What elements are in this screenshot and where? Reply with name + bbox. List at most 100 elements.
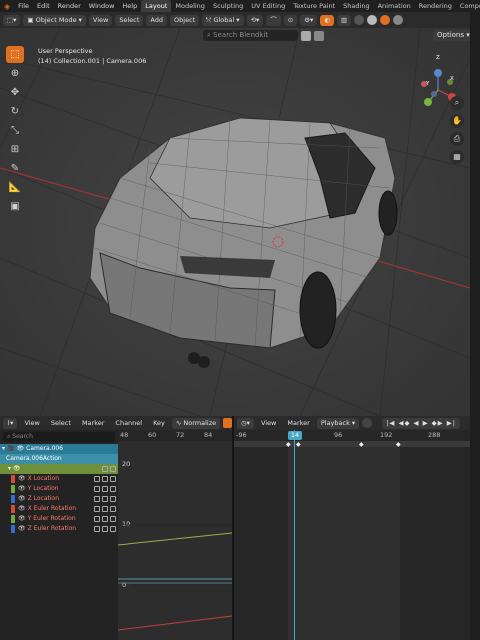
- editor-type-button[interactable]: ⬚▾: [3, 14, 21, 26]
- cursor-tool[interactable]: ⊕: [6, 65, 24, 82]
- scale-tool[interactable]: ⤡: [6, 122, 24, 139]
- zoom-icon[interactable]: ⌕: [450, 96, 464, 110]
- channel-toggles[interactable]: [94, 526, 118, 532]
- current-frame-badge[interactable]: 14: [288, 431, 302, 440]
- options-dropdown[interactable]: Options ▾: [433, 30, 470, 41]
- blendkit-search-input[interactable]: ⌕ Search Blendkit: [203, 30, 298, 41]
- channel-visibility-eye-icon[interactable]: 👁: [18, 504, 28, 514]
- rendered-shading-icon[interactable]: [393, 15, 404, 25]
- proportional-edit-toggle[interactable]: ⊙: [283, 14, 298, 26]
- fcurve-y-location[interactable]: [118, 532, 232, 546]
- mute-checkbox[interactable]: [102, 486, 108, 492]
- channel-visibility-eye-icon[interactable]: 👁: [18, 524, 28, 534]
- modifier-wrench-icon[interactable]: [94, 516, 100, 522]
- mute-checkbox[interactable]: [102, 496, 108, 502]
- tab-sculpting[interactable]: Sculpting: [209, 0, 247, 12]
- gizmo-z-icon[interactable]: [434, 69, 442, 77]
- annotate-tool[interactable]: ✎: [6, 160, 24, 177]
- graph-menu-view[interactable]: View: [20, 418, 43, 429]
- lock-icon[interactable]: [110, 476, 116, 482]
- keyframe-4[interactable]: ◆: [396, 441, 401, 448]
- tab-shading[interactable]: Shading: [339, 0, 373, 12]
- playhead-line[interactable]: [294, 430, 295, 640]
- channel-row[interactable]: 👁 Z Euler Rotation: [0, 524, 118, 534]
- fcurve-x-location[interactable]: [118, 615, 232, 631]
- move-tool[interactable]: ✥: [6, 84, 24, 101]
- modifier-wrench-icon[interactable]: [94, 496, 100, 502]
- graph-menu-channel[interactable]: Channel: [111, 418, 146, 429]
- snap-toggle[interactable]: ⌒: [266, 14, 281, 26]
- object-mode-dropdown[interactable]: ▣ Object Mode ▾: [23, 14, 86, 26]
- channel-row[interactable]: 👁 Y Euler Rotation: [0, 514, 118, 524]
- menu-edit[interactable]: Edit: [33, 0, 54, 12]
- graph-filter-icon[interactable]: [223, 418, 232, 428]
- channel-visibility-eye-icon[interactable]: 👁: [18, 514, 28, 524]
- channel-toggles[interactable]: [94, 496, 118, 502]
- modifier-wrench-icon[interactable]: [94, 476, 100, 482]
- gizmo-neg-z-icon[interactable]: [431, 91, 437, 97]
- transform-tool[interactable]: ⊞: [6, 141, 24, 158]
- solid-shading-icon[interactable]: [367, 15, 378, 25]
- mute-checkbox[interactable]: [102, 506, 108, 512]
- mute-checkbox[interactable]: [102, 516, 108, 522]
- channel-visibility-eye-icon[interactable]: 👁: [18, 484, 28, 494]
- channel-toggles[interactable]: [94, 486, 118, 492]
- menu-render[interactable]: Render: [54, 0, 85, 12]
- keyframe-2[interactable]: ◆: [296, 441, 301, 448]
- lock-icon[interactable]: [110, 526, 116, 532]
- graph-editor-area[interactable]: 48 60 72 84 20 10 0: [118, 430, 232, 640]
- tab-uv-editing[interactable]: UV Editing: [247, 0, 289, 12]
- timeline-frame-ruler[interactable]: -96 96 192 288: [234, 430, 470, 441]
- channel-toggles[interactable]: [94, 476, 118, 482]
- menu-window[interactable]: Window: [85, 0, 119, 12]
- channel-row[interactable]: 👁 Y Location: [0, 484, 118, 494]
- tab-texture-paint[interactable]: Texture Paint: [289, 0, 339, 12]
- properties-edge[interactable]: [470, 12, 480, 640]
- pivot-point-button[interactable]: ⟲▾: [246, 14, 264, 26]
- channel-visibility-eye-icon[interactable]: 👁: [18, 474, 28, 484]
- timeline-menu-marker[interactable]: Marker: [283, 418, 313, 429]
- lock-icon[interactable]: [110, 496, 116, 502]
- blender-logo-icon[interactable]: ◈: [0, 2, 14, 11]
- group-expand-icon[interactable]: ▾ 👁: [0, 464, 21, 474]
- tab-rendering[interactable]: Rendering: [415, 0, 456, 12]
- tab-modeling[interactable]: Modeling: [171, 0, 209, 12]
- measure-tool[interactable]: 📐: [6, 179, 24, 196]
- overlay-toggle[interactable]: ◐: [320, 14, 334, 26]
- pan-hand-icon[interactable]: ✋: [450, 114, 464, 128]
- graph-menu-marker[interactable]: Marker: [78, 418, 108, 429]
- timeline-menu-view[interactable]: View: [257, 418, 280, 429]
- channel-toggles[interactable]: [94, 516, 118, 522]
- viewport-menu-add[interactable]: Add: [146, 14, 168, 26]
- gizmo-toggle[interactable]: ⚙▾: [300, 14, 318, 26]
- channel-visibility-eye-icon[interactable]: 👁: [18, 494, 28, 504]
- playback-dropdown[interactable]: Playback ▾: [316, 417, 360, 429]
- gizmo-y-icon[interactable]: [424, 98, 432, 106]
- rotate-tool[interactable]: ↻: [6, 103, 24, 120]
- camera-view-icon[interactable]: ⎙: [450, 132, 464, 146]
- transform-orientation-dropdown[interactable]: ⤲ Global ▾: [202, 14, 244, 26]
- expand-arrow-icon[interactable]: ▾: [0, 444, 7, 454]
- timeline-area[interactable]: -96 96 192 288 14 ◆ ◆ ◆ ◆: [234, 430, 470, 640]
- lock-icon[interactable]: [110, 516, 116, 522]
- viewport-menu-view[interactable]: View: [88, 14, 113, 26]
- modifier-wrench-icon[interactable]: [94, 526, 100, 532]
- graph-menu-select[interactable]: Select: [47, 418, 75, 429]
- channel-action-row[interactable]: Camera.006Action: [0, 454, 118, 464]
- viewport-menu-object[interactable]: Object: [170, 14, 200, 26]
- xray-toggle[interactable]: ▥: [337, 14, 352, 26]
- tab-compositing[interactable]: Compos: [456, 0, 480, 12]
- channel-row[interactable]: 👁 X Location: [0, 474, 118, 484]
- perspective-grid-icon[interactable]: ▦: [450, 150, 464, 164]
- filter-icon[interactable]: [314, 30, 324, 41]
- normalize-toggle[interactable]: ∿ Normalize: [171, 417, 221, 429]
- playback-controls[interactable]: |◀ ◀◆ ◀ ▶ ◆▶ ▶|: [382, 417, 460, 429]
- keyframe-3[interactable]: ◆: [359, 441, 364, 448]
- menu-help[interactable]: Help: [118, 0, 141, 12]
- 3d-viewport[interactable]: User Perspective (14) Collection.001 | C…: [0, 28, 470, 416]
- channel-group-row[interactable]: ▾ 👁: [0, 464, 118, 474]
- timeline-editor-type-button[interactable]: ◷▾: [237, 417, 254, 429]
- tab-layout[interactable]: Layout: [141, 0, 172, 12]
- material-shading-icon[interactable]: [380, 15, 391, 25]
- channel-row[interactable]: 👁 Z Location: [0, 494, 118, 504]
